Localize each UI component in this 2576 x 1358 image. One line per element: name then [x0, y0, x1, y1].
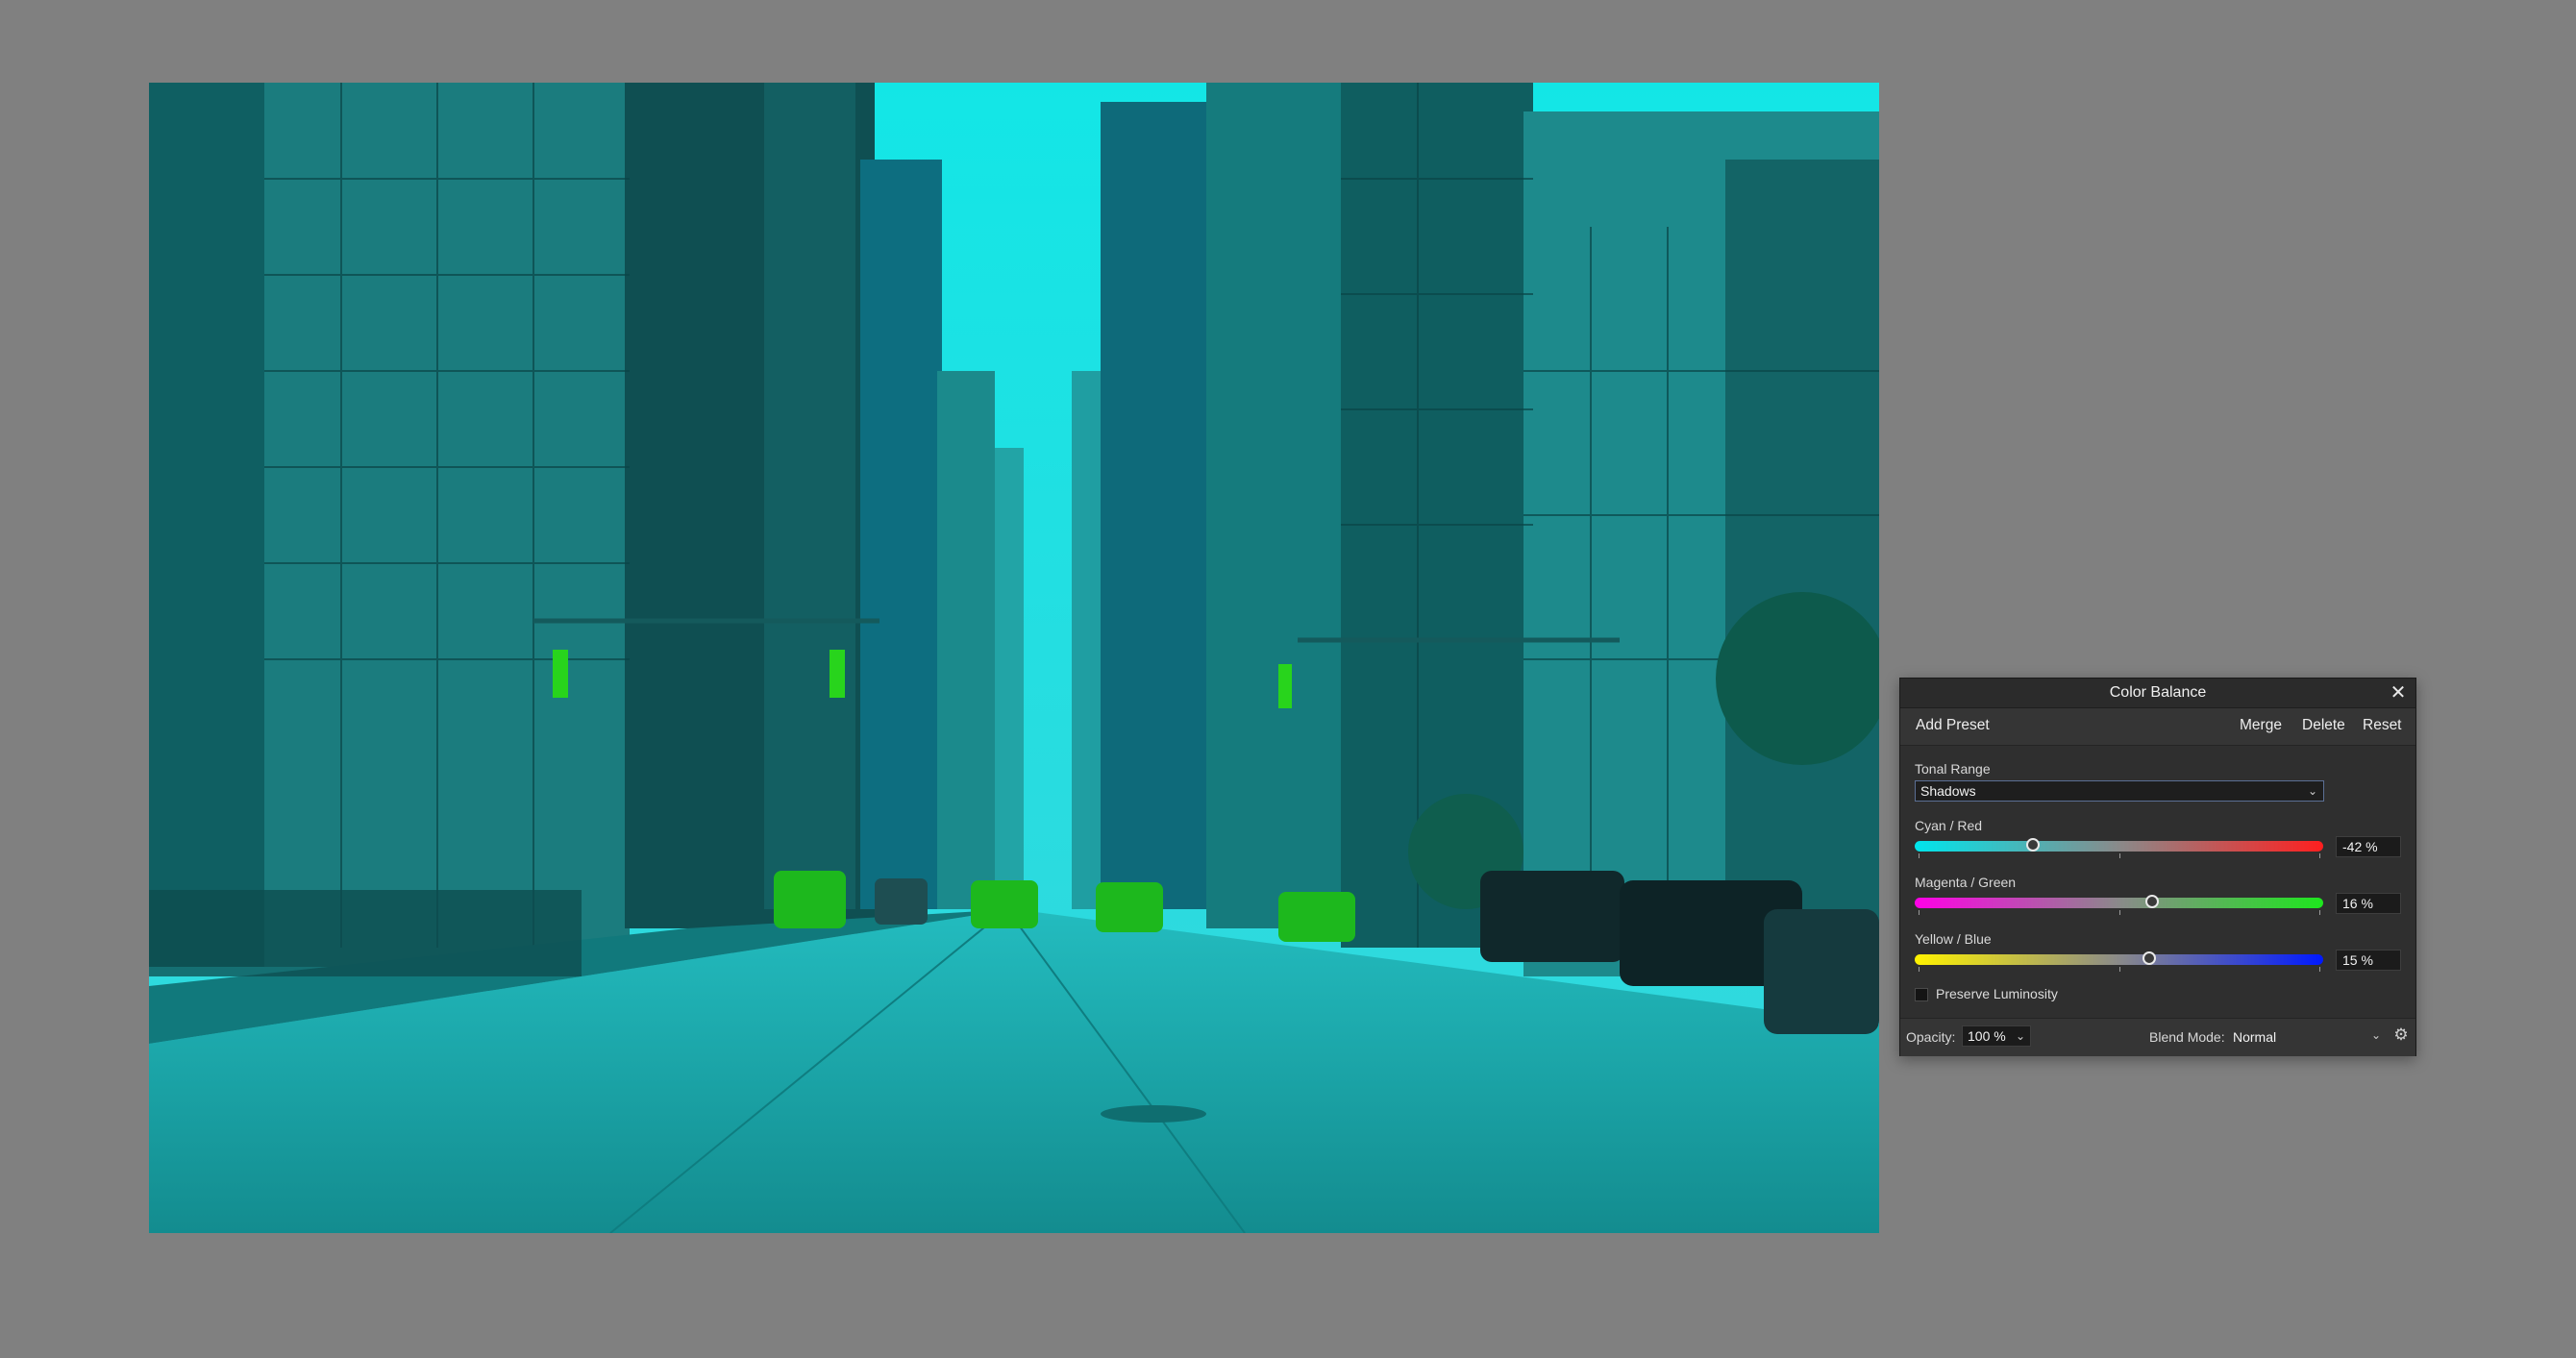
magenta-green-slider[interactable]: [1915, 893, 2323, 918]
slider-tick: [2318, 853, 2320, 858]
panel-footer: Opacity: 100 % ⌄ Blend Mode: Normal ⌄ ⚙: [1900, 1018, 2415, 1056]
slider-tick: [1919, 967, 1920, 972]
delete-button[interactable]: Delete: [2302, 717, 2345, 734]
blend-mode-label: Blend Mode:: [2149, 1029, 2225, 1045]
gear-icon[interactable]: ⚙: [2392, 1025, 2410, 1044]
color-balance-panel: Color Balance ✕ Add Preset Merge Delete …: [1899, 678, 2416, 1056]
yellow-blue-value-field[interactable]: 15 %: [2336, 950, 2401, 971]
opacity-label: Opacity:: [1906, 1029, 1956, 1045]
tonal-range-value: Shadows: [1920, 783, 1976, 799]
reset-button[interactable]: Reset: [2363, 717, 2402, 734]
yellow-blue-slider[interactable]: [1915, 950, 2323, 975]
panel-titlebar[interactable]: Color Balance ✕: [1900, 679, 2415, 708]
canvas-image[interactable]: [149, 83, 1879, 1233]
yellow-blue-label: Yellow / Blue: [1915, 931, 1992, 947]
magenta-green-label: Magenta / Green: [1915, 875, 2017, 890]
preserve-luminosity-label: Preserve Luminosity: [1936, 986, 2058, 1001]
chevron-down-icon[interactable]: ⌄: [2016, 1026, 2025, 1046]
chevron-down-icon[interactable]: ⌄: [2371, 1028, 2381, 1042]
chevron-down-icon: ⌄: [2307, 784, 2317, 798]
slider-tick: [1919, 910, 1920, 915]
close-icon[interactable]: ✕: [2387, 681, 2410, 704]
slider-tick: [2118, 967, 2120, 972]
add-preset-button[interactable]: Add Preset: [1916, 717, 1990, 734]
magenta-green-thumb[interactable]: [2144, 895, 2159, 908]
yellow-blue-track: [1915, 954, 2323, 965]
tonal-range-select[interactable]: Shadows ⌄: [1915, 780, 2324, 802]
tonal-range-label: Tonal Range: [1915, 761, 1991, 777]
street-photo: [149, 83, 1879, 1233]
slider-tick: [1919, 853, 1920, 858]
merge-button[interactable]: Merge: [2240, 717, 2282, 734]
cyan-red-thumb[interactable]: [2026, 838, 2041, 852]
cyan-red-slider[interactable]: [1915, 836, 2323, 861]
yellow-blue-thumb[interactable]: [2143, 951, 2157, 965]
magenta-green-track: [1915, 898, 2323, 908]
panel-toolbar: Add Preset Merge Delete Reset: [1900, 708, 2415, 746]
slider-tick: [2318, 967, 2320, 972]
cyan-red-value-field[interactable]: -42 %: [2336, 836, 2401, 857]
panel-title: Color Balance: [2109, 684, 2207, 701]
slider-tick: [2318, 910, 2320, 915]
opacity-value: 100 %: [1968, 1028, 2006, 1044]
cyan-red-label: Cyan / Red: [1915, 818, 1983, 833]
slider-tick: [2118, 853, 2120, 858]
opacity-field[interactable]: 100 % ⌄: [1962, 1025, 2031, 1047]
blend-mode-select[interactable]: Normal: [2233, 1029, 2276, 1045]
slider-tick: [2118, 910, 2120, 915]
cyan-red-track: [1915, 841, 2323, 852]
magenta-green-value-field[interactable]: 16 %: [2336, 893, 2401, 914]
preserve-luminosity-checkbox[interactable]: [1915, 988, 1928, 1001]
